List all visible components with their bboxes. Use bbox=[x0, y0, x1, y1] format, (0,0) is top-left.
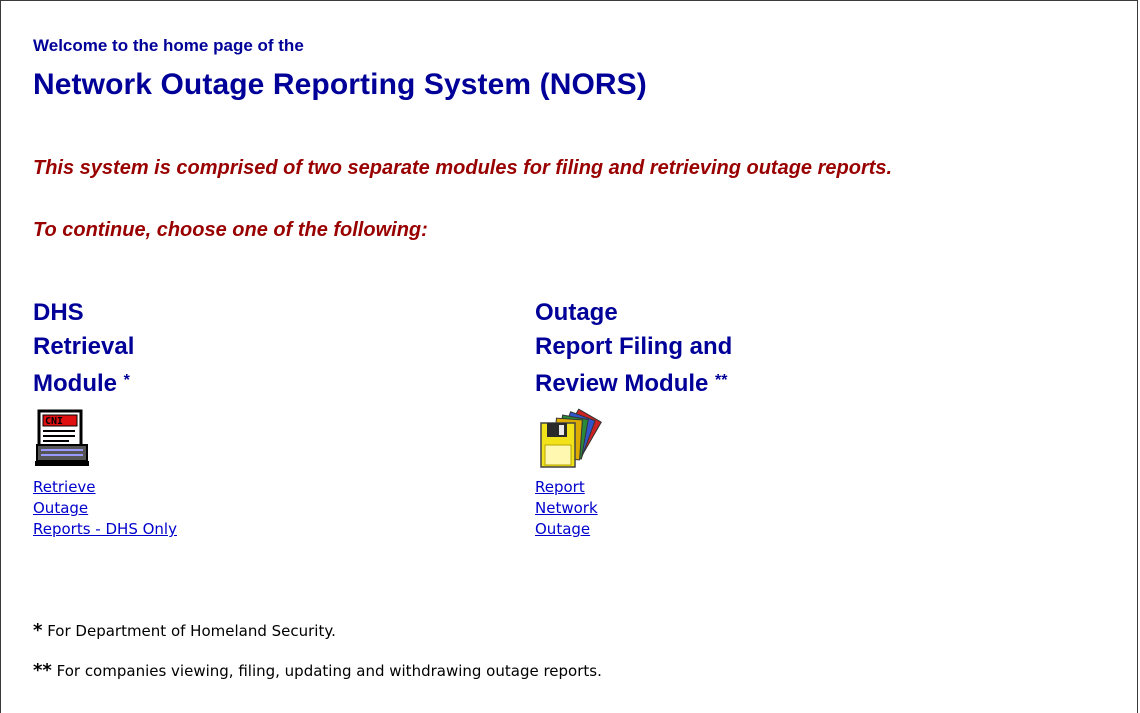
filing-module-title: Outage Report Filing and Review Module *… bbox=[535, 299, 733, 397]
system-description: This system is comprised of two separate… bbox=[33, 157, 893, 179]
report-network-outage-link[interactable]: Report Network Outage bbox=[535, 477, 732, 540]
footnote-companies: ** For companies viewing, filing, updati… bbox=[33, 660, 602, 681]
footnote-mark: ** bbox=[715, 372, 728, 389]
dhs-module-title: DHS Retrieval Module * bbox=[33, 299, 135, 397]
welcome-text: Welcome to the home page of the bbox=[33, 36, 304, 55]
choose-prompt: To continue, choose one of the following… bbox=[33, 219, 428, 241]
cni-document-icon[interactable]: CNI bbox=[33, 407, 103, 469]
retrieve-outage-reports-link[interactable]: Retrieve Outage Reports - DHS Only bbox=[33, 477, 177, 540]
svg-text:CNI: CNI bbox=[45, 416, 63, 427]
footnote-dhs: * For Department of Homeland Security. bbox=[33, 620, 336, 641]
page-title: Network Outage Reporting System (NORS) bbox=[33, 68, 647, 101]
footnote-mark: * bbox=[123, 372, 130, 389]
floppy-disk-icon[interactable] bbox=[535, 407, 605, 469]
outage-report-filing-module: Outage Report Filing and Review Module *… bbox=[535, 296, 732, 540]
dhs-retrieval-module: DHS Retrieval Module * CNI Retrieve Outa… bbox=[33, 296, 177, 540]
